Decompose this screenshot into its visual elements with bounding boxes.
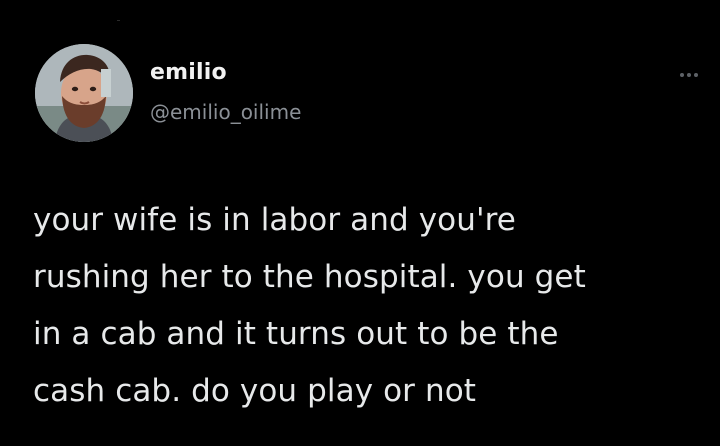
top-artifact bbox=[117, 20, 120, 21]
tweet-card: emilio @emilio_oilime your wife is in la… bbox=[0, 0, 720, 446]
more-dot-icon bbox=[680, 73, 684, 77]
profile-photo-icon bbox=[35, 44, 133, 142]
more-horizontal-icon[interactable] bbox=[680, 68, 714, 82]
more-dot-icon bbox=[694, 73, 698, 77]
author-name[interactable]: emilio bbox=[150, 60, 227, 85]
tweet-text: your wife is in labor and you're rushing… bbox=[33, 202, 586, 409]
author-handle[interactable]: @emilio_oilime bbox=[150, 100, 301, 124]
more-dot-icon bbox=[687, 73, 691, 77]
avatar[interactable] bbox=[35, 44, 133, 142]
